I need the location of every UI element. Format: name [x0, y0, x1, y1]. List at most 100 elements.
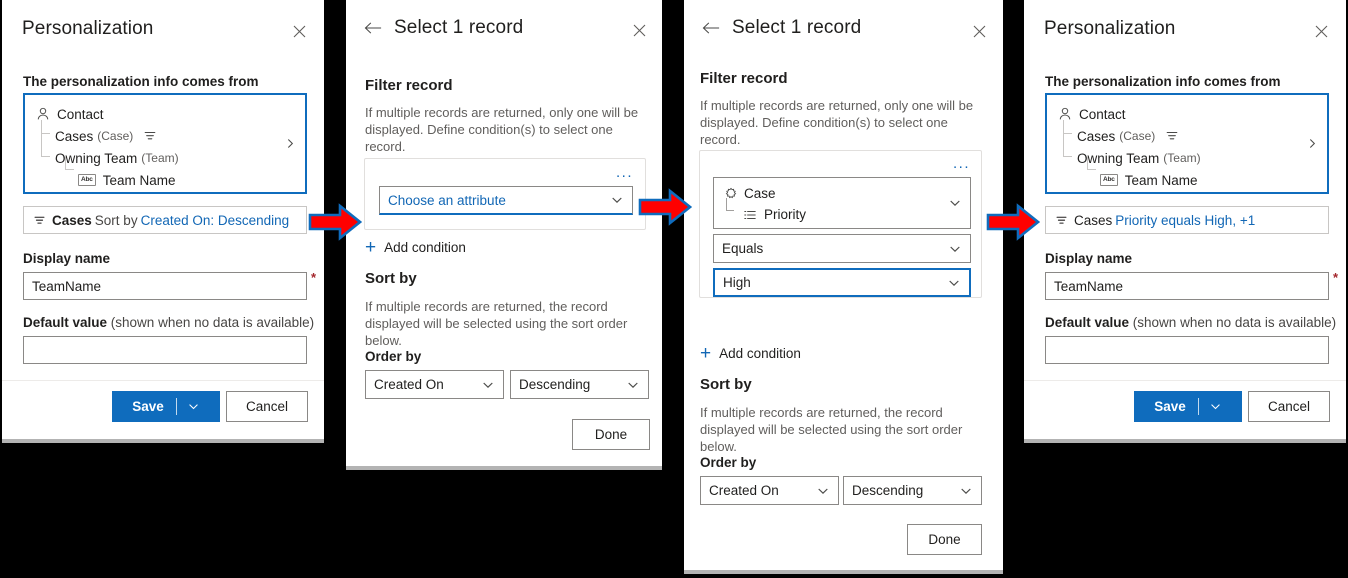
- operator-dropdown[interactable]: Equals: [713, 234, 971, 263]
- value-dropdown[interactable]: High: [713, 268, 971, 297]
- condition-attribute-label: Priority: [764, 207, 807, 222]
- chevron-down-icon[interactable]: [481, 378, 495, 392]
- footer-divider: [1024, 380, 1346, 381]
- filter-link-text[interactable]: Created On: Descending: [141, 213, 290, 228]
- required-indicator: *: [1333, 270, 1339, 285]
- filter-record-heading: Filter record: [365, 77, 453, 94]
- arrow-left-icon[interactable]: [362, 17, 384, 39]
- tree-row[interactable]: Contact: [1047, 103, 1327, 125]
- chevron-down-icon[interactable]: [948, 196, 962, 210]
- add-condition-button[interactable]: + Add condition: [700, 342, 801, 364]
- tree-row[interactable]: Contact: [25, 103, 305, 125]
- order-by-direction-dropdown[interactable]: Descending: [510, 370, 649, 399]
- tree-row[interactable]: Abc Team Name: [25, 169, 305, 191]
- tree-leaf-label: Team Name: [1124, 172, 1198, 188]
- tree-connector: [1087, 157, 1096, 170]
- filter-entity: Cases: [52, 212, 92, 228]
- right-arrow-annotation-3: [986, 203, 1041, 241]
- page-title: Select 1 record: [732, 17, 862, 38]
- ellipsis-icon[interactable]: ...: [616, 165, 633, 180]
- chevron-down-icon[interactable]: [610, 193, 624, 207]
- filter-icon[interactable]: [1163, 128, 1180, 145]
- attribute-dropdown[interactable]: Case Priority: [713, 177, 971, 229]
- optionset-list-icon: [741, 206, 758, 223]
- filter-summary-row[interactable]: Cases Sort by Created On: Descending: [23, 206, 307, 234]
- close-icon[interactable]: [288, 20, 310, 42]
- tree-row[interactable]: Cases (Case): [25, 125, 305, 147]
- source-label: The personalization info comes from: [1045, 74, 1281, 89]
- default-value-input[interactable]: [23, 336, 307, 364]
- chevron-down-icon[interactable]: [626, 378, 640, 392]
- done-button-label: Done: [928, 532, 961, 547]
- ellipsis-icon[interactable]: ...: [953, 156, 970, 171]
- default-value-input[interactable]: [1045, 336, 1329, 364]
- filter-record-heading: Filter record: [700, 70, 788, 87]
- add-condition-button[interactable]: + Add condition: [365, 236, 466, 258]
- chevron-right-icon[interactable]: [283, 137, 297, 151]
- cancel-button[interactable]: Cancel: [1248, 391, 1330, 422]
- entity-tree-picker[interactable]: Contact Cases (Case) Owning Team (Team): [23, 93, 307, 194]
- chevron-down-icon[interactable]: [816, 484, 830, 498]
- personalization-panel-initial: Personalization The personalization info…: [2, 0, 324, 443]
- attribute-dropdown[interactable]: Choose an attribute: [379, 186, 633, 215]
- overflow-label: ...: [615, 164, 633, 181]
- condition-card: ... Choose an attribute: [364, 158, 646, 230]
- footer-divider: [2, 380, 324, 381]
- split-divider: [175, 398, 177, 415]
- display-name-input[interactable]: [1045, 272, 1329, 300]
- filter-icon[interactable]: [141, 128, 158, 145]
- cancel-button[interactable]: Cancel: [226, 391, 308, 422]
- operator-value: Equals: [722, 241, 764, 256]
- display-name-input[interactable]: [23, 272, 307, 300]
- default-value-label: Default value (shown when no data is ava…: [23, 315, 314, 330]
- close-icon[interactable]: [968, 20, 990, 42]
- order-by-direction-dropdown[interactable]: Descending: [843, 476, 982, 505]
- chevron-down-icon[interactable]: [947, 276, 961, 290]
- tree-child-label: Cases: [55, 128, 94, 144]
- chevron-down-icon[interactable]: [959, 484, 973, 498]
- close-icon[interactable]: [1310, 20, 1332, 42]
- close-icon[interactable]: [628, 19, 650, 41]
- order-by-field-value: Created On: [709, 483, 779, 498]
- filter-summary-row[interactable]: Cases Priority equals High, +1: [1045, 206, 1329, 234]
- entity-tree-picker[interactable]: Contact Cases (Case) Owning Team (Team): [1045, 93, 1329, 194]
- plus-icon: +: [365, 236, 377, 258]
- default-value-label-strong: Default value: [23, 315, 108, 330]
- sort-by-heading: Sort by: [365, 270, 417, 287]
- cancel-button-label: Cancel: [1267, 399, 1311, 414]
- done-button[interactable]: Done: [907, 524, 982, 555]
- plus-icon: +: [700, 342, 712, 364]
- panel-header: Personalization: [2, 0, 153, 58]
- page-title: Personalization: [1044, 18, 1176, 39]
- save-button-label: Save: [132, 399, 164, 414]
- filter-middle-text: Sort by: [94, 212, 138, 228]
- panel-header: Select 1 record: [684, 0, 861, 56]
- default-value-label-note: (shown when no data is available): [110, 315, 315, 330]
- tree-child-label: Cases: [1077, 128, 1116, 144]
- chevron-right-icon[interactable]: [1305, 137, 1319, 151]
- done-button[interactable]: Done: [572, 419, 650, 450]
- display-name-label: Display name: [23, 251, 111, 266]
- chevron-down-icon[interactable]: [187, 400, 200, 413]
- chevron-down-icon[interactable]: [948, 242, 962, 256]
- default-value-label-strong: Default value: [1045, 315, 1130, 330]
- cancel-button-label: Cancel: [245, 399, 289, 414]
- tree-row[interactable]: Abc Team Name: [1047, 169, 1327, 191]
- filter-link-text[interactable]: Priority equals High, +1: [1115, 213, 1255, 228]
- chevron-down-icon[interactable]: [1209, 400, 1222, 413]
- order-by-field-dropdown[interactable]: Created On: [700, 476, 839, 505]
- save-button[interactable]: Save: [112, 391, 220, 422]
- attribute-dropdown-value: Choose an attribute: [388, 192, 506, 208]
- source-label: The personalization info comes from: [23, 74, 259, 89]
- save-button[interactable]: Save: [1134, 391, 1242, 422]
- panel-header: Select 1 record: [346, 0, 523, 56]
- tree-row[interactable]: Cases (Case): [1047, 125, 1327, 147]
- panel-bottom-strip: [2, 439, 324, 443]
- filter-icon: [1054, 213, 1069, 228]
- sort-by-help: If multiple records are returned, the re…: [365, 299, 628, 349]
- arrow-left-icon[interactable]: [700, 17, 722, 39]
- order-by-field-dropdown[interactable]: Created On: [365, 370, 504, 399]
- filter-record-help: If multiple records are returned, only o…: [365, 105, 639, 155]
- tree-connector: [726, 198, 734, 211]
- tree-root-label: Contact: [57, 106, 104, 122]
